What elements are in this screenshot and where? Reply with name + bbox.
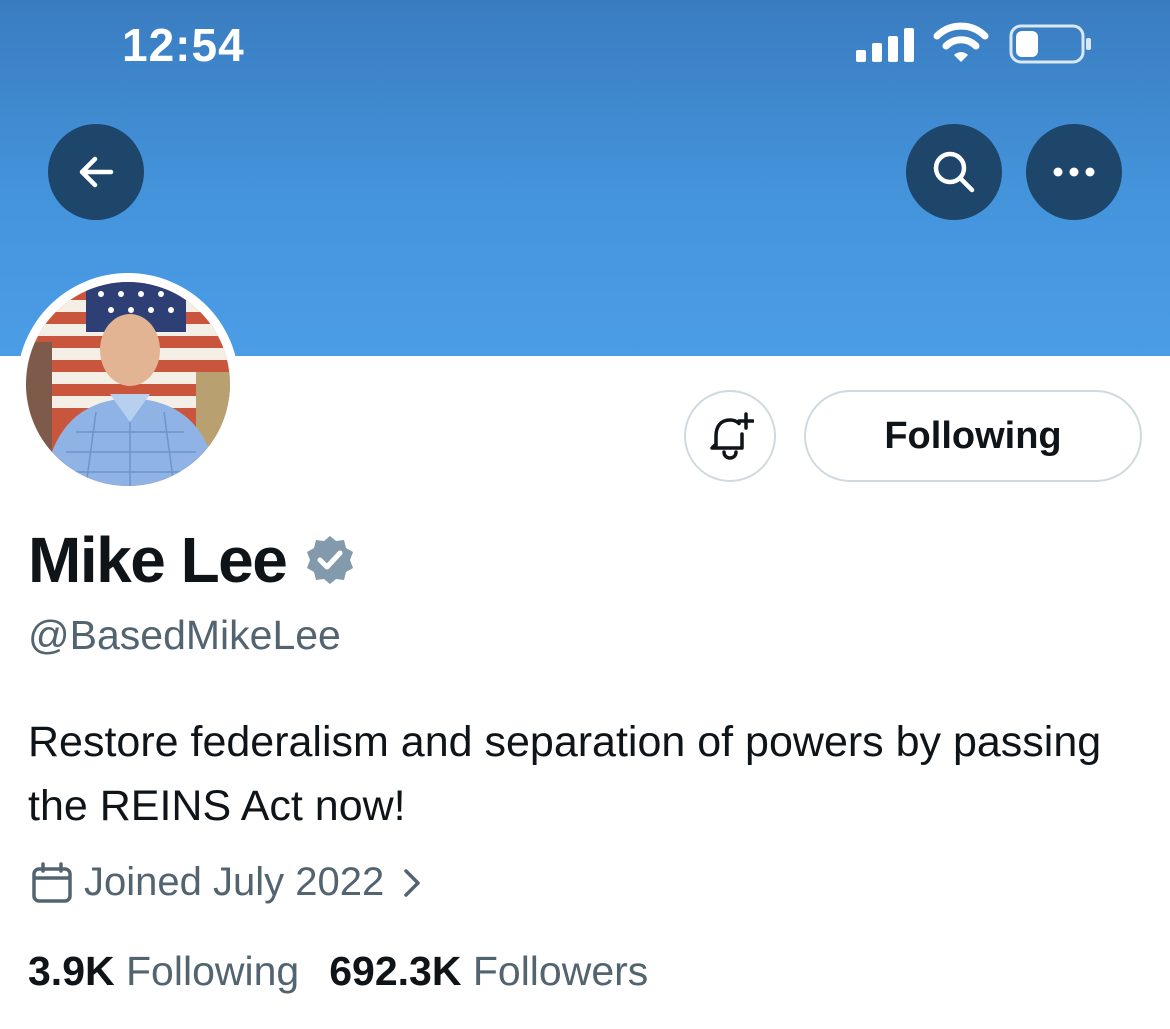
verified-badge-icon[interactable] bbox=[304, 534, 356, 586]
ellipsis-icon bbox=[1053, 167, 1095, 177]
arrow-left-icon bbox=[79, 156, 114, 188]
status-time: 12:54 bbox=[122, 19, 245, 71]
joined-date-text: Joined July 2022 bbox=[84, 860, 385, 904]
battery-icon bbox=[1009, 24, 1091, 64]
chevron-right-icon bbox=[404, 868, 420, 897]
search-button[interactable] bbox=[906, 124, 1002, 220]
wifi-icon bbox=[933, 22, 989, 62]
following-stat-label: Following bbox=[126, 948, 300, 994]
bell-plus-icon bbox=[710, 412, 754, 460]
following-button[interactable]: Following bbox=[804, 390, 1142, 482]
cellular-signal-icon bbox=[856, 28, 914, 62]
following-stat[interactable]: 3.9K Following bbox=[28, 948, 299, 995]
profile-bio: Restore federalism and separation of pow… bbox=[28, 718, 1102, 830]
followers-stat-label: Followers bbox=[472, 948, 649, 994]
following-count: 3.9K bbox=[28, 948, 115, 994]
joined-date-row[interactable]: Joined July 2022 bbox=[30, 860, 432, 905]
notifications-button[interactable] bbox=[684, 390, 776, 482]
calendar-icon bbox=[32, 861, 72, 903]
name-row: Mike Lee bbox=[28, 523, 356, 597]
display-name: Mike Lee bbox=[28, 524, 288, 596]
more-options-button[interactable] bbox=[1026, 124, 1122, 220]
avatar-frame bbox=[17, 273, 239, 495]
follow-stats: 3.9K Following 692.3K Followers bbox=[28, 948, 678, 995]
avatar[interactable] bbox=[26, 282, 230, 486]
profile-handle: @BasedMikeLee bbox=[28, 612, 341, 658]
followers-stat[interactable]: 692.3K Followers bbox=[329, 948, 648, 995]
avatar-image bbox=[26, 282, 230, 486]
back-button[interactable] bbox=[48, 124, 144, 220]
search-icon bbox=[933, 151, 975, 193]
followers-count: 692.3K bbox=[329, 948, 462, 994]
